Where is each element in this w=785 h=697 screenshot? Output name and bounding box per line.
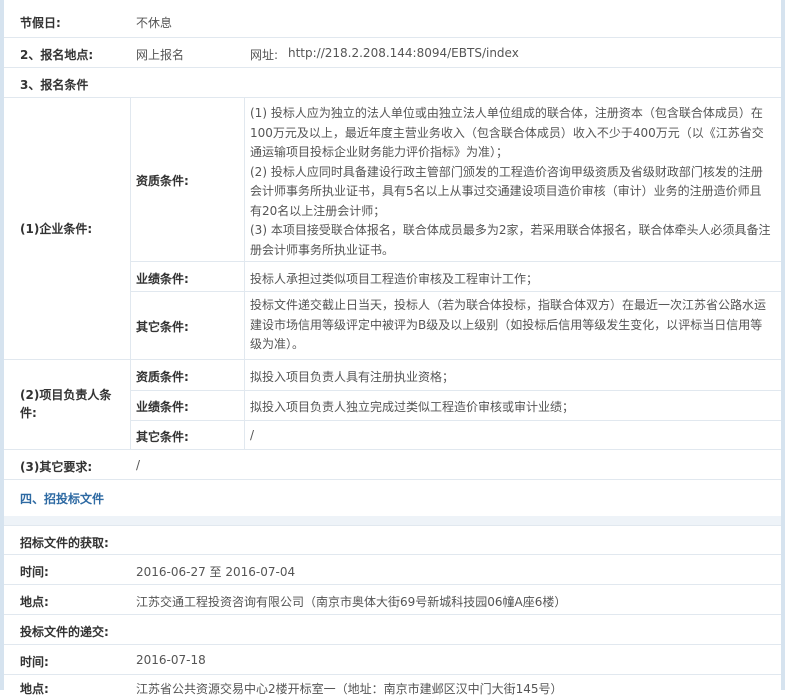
- other-line: 建设市场信用等级评定中被评为B级及以上级别（如投标后信用等级发生变化，以评标当日…: [250, 317, 763, 332]
- doc-submit-title-row: 投标文件的递交:: [4, 615, 781, 645]
- doc-obtain-label: 招标文件的获取:: [20, 536, 109, 550]
- registration-row: 2、报名地点: 网上报名 网址: http://218.2.208.144:80…: [4, 38, 781, 68]
- registration-url-label: 网址:: [250, 48, 279, 62]
- other-line: 级为准）。: [250, 337, 305, 351]
- manager-qualification-value: 拟投入项目负责人具有注册执业资格；: [250, 370, 455, 384]
- manager-label: (2)项目负责人条 件:: [20, 386, 111, 422]
- manager-qualification-label: 资质条件:: [136, 370, 189, 384]
- holiday-row: 节假日: 不休息: [4, 0, 781, 38]
- qualification-line: 会计师事务所执业证书，具有5名以上从事过交通建设项目造价审核（审计）业务的注册造…: [250, 184, 762, 198]
- registration-url-link[interactable]: http://218.2.208.144:8094/EBTS/index: [288, 46, 519, 60]
- doc-obtain-place-row: 地点: 江苏交通工程投资咨询有限公司（南京市奥体大街69号新城科技园06幢A座6…: [4, 585, 781, 615]
- enterprise-label: (1)企业条件:: [20, 222, 93, 236]
- holiday-label: 节假日:: [20, 16, 61, 30]
- section4-title: 四、招投标文件: [20, 492, 105, 506]
- qualification-line: (1) 投标人应为独立的法人单位或由独立法人单位组成的联合体，注册资本（包含联合…: [250, 106, 763, 120]
- manager-performance-label: 业绩条件:: [136, 400, 189, 414]
- qualification-line: 册会计师事务所执业证书。: [250, 242, 395, 257]
- conditions-title: 3、报名条件: [20, 78, 89, 92]
- doc-submit-time-value: 2016-07-18: [136, 653, 206, 667]
- manager-conditions-block: (2)项目负责人条 件: 资质条件: 拟投入项目负责人具有注册执业资格； 业绩条…: [4, 360, 781, 450]
- other-requirements-row: (3)其它要求: /: [4, 450, 781, 480]
- doc-submit-place-value: 江苏省公共资源交易中心2楼开标室一（地址：南京市建邺区汉中门大街145号）: [136, 682, 563, 696]
- doc-obtain-time-row: 时间: 2016-06-27 至 2016-07-04: [4, 555, 781, 585]
- registration-method: 网上报名: [136, 48, 185, 62]
- enterprise-qualification-label: 资质条件:: [136, 174, 189, 188]
- registration-label: 2、报名地点:: [20, 48, 94, 62]
- manager-label-line: 件:: [20, 406, 37, 420]
- manager-other-label: 其它条件:: [136, 430, 189, 444]
- enterprise-qualification-text: (1) 投标人应为独立的法人单位或由独立法人单位组成的联合体，注册资本（包含联合…: [250, 104, 778, 260]
- enterprise-performance-label: 业绩条件:: [136, 272, 189, 286]
- manager-other-value: /: [250, 428, 255, 442]
- tender-document-page: 节假日: 不休息 2、报名地点: 网上报名 网址: http://218.2.2…: [0, 0, 785, 696]
- doc-obtain-time-label: 时间:: [20, 565, 49, 579]
- qualification-line: (2) 投标人应同时具备建设行政主管部门颁发的工程造价咨询甲级资质及省级财政部门…: [250, 164, 763, 179]
- doc-submit-label: 投标文件的递交:: [20, 625, 109, 639]
- manager-label-line: (2)项目负责人条: [20, 388, 112, 402]
- doc-obtain-place-value: 江苏交通工程投资咨询有限公司（南京市奥体大街69号新城科技园06幢A座6楼）: [136, 595, 567, 609]
- doc-submit-place-row: 地点: 江苏省公共资源交易中心2楼开标室一（地址：南京市建邺区汉中门大街145号…: [4, 675, 781, 696]
- qualification-line: 有20名以上注册会计师；: [250, 203, 386, 218]
- other-line: 投标文件递交截止日当天，投标人（若为联合体投标，指联合体双方）在最近一次江苏省公…: [250, 298, 767, 312]
- doc-submit-place-label: 地点:: [20, 682, 49, 696]
- conditions-title-row: 3、报名条件: [4, 68, 781, 98]
- qualification-line: 通运输项目投标企业财务能力评价指标》为准）；: [250, 145, 509, 159]
- qualification-line: (3) 本项目接受联合体报名，联合体成员最多为2家，若采用联合体报名，联合体牵头…: [250, 223, 771, 237]
- doc-submit-time-label: 时间:: [20, 655, 49, 669]
- doc-obtain-title-row: 招标文件的获取:: [4, 525, 781, 555]
- holiday-value: 不休息: [136, 16, 173, 30]
- qualification-line: 100万元及以上，最近年度主营业务收入（包含联合体成员）收入不少于400万元（以…: [250, 125, 764, 140]
- enterprise-other-text: 投标文件递交截止日当天，投标人（若为联合体投标，指联合体双方）在最近一次江苏省公…: [250, 296, 778, 355]
- doc-submit-time-row: 时间: 2016-07-18: [4, 645, 781, 675]
- doc-obtain-place-label: 地点:: [20, 595, 49, 609]
- other-requirements-label: (3)其它要求:: [20, 460, 93, 474]
- doc-obtain-time-value: 2016-06-27 至 2016-07-04: [136, 565, 296, 579]
- enterprise-other-label: 其它条件:: [136, 320, 189, 334]
- other-requirements-value: /: [136, 458, 141, 472]
- enterprise-performance-value: 投标人承担过类似项目工程造价审核及工程审计工作；: [250, 272, 539, 286]
- enterprise-conditions-block: (1)企业条件: 资质条件: (1) 投标人应为独立的法人单位或由独立法人单位组…: [4, 98, 781, 360]
- manager-performance-value: 拟投入项目负责人独立完成过类似工程造价审核或审计业绩；: [250, 400, 575, 414]
